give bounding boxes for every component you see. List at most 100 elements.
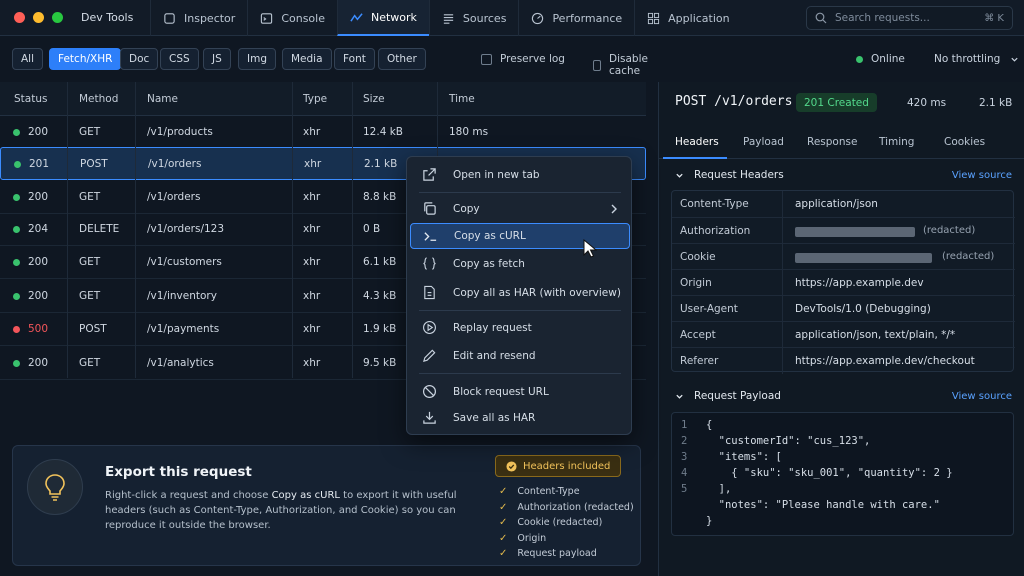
cell-method: POST <box>79 323 107 335</box>
col-name[interactable]: Name <box>147 93 178 105</box>
search-input[interactable]: Search requests... ⌘ K <box>806 6 1013 30</box>
menu-separator <box>419 192 621 193</box>
cell-status: 200 <box>28 126 49 138</box>
menu-item-label: Copy as fetch <box>453 258 525 270</box>
menu-item-save-all-as-har[interactable]: Save all as HAR <box>410 405 630 431</box>
view-source-link[interactable]: View source <box>952 170 1012 181</box>
redacted-bar <box>795 253 932 263</box>
header-value[interactable]: https://app.example.dev <box>795 277 924 289</box>
disable-cache-checkbox[interactable]: Disable cache <box>593 53 658 77</box>
tab-headers[interactable]: Headers <box>675 136 719 148</box>
menu-item-open-in-new-tab[interactable]: Open in new tab <box>410 162 630 188</box>
export-text: Right-click a request and choose <box>105 490 272 501</box>
tab-console[interactable]: Console <box>247 0 337 36</box>
status-dot <box>13 226 20 233</box>
header-key: User-Agent <box>680 303 738 315</box>
menu-item-copy-as-fetch[interactable]: Copy as fetch <box>410 251 630 277</box>
close-window-button[interactable] <box>14 12 25 23</box>
filter-other[interactable]: Other <box>378 48 426 70</box>
status-dot <box>13 326 20 333</box>
pencil-icon <box>423 349 436 362</box>
filter-font[interactable]: Font <box>334 48 375 70</box>
preserve-log-label: Preserve log <box>500 53 565 65</box>
sources-icon <box>443 13 454 24</box>
preserve-log-checkbox[interactable]: Preserve log <box>481 53 565 65</box>
app-title: Dev Tools <box>81 11 134 24</box>
menu-item-edit-and-resend[interactable]: Edit and resend <box>410 343 630 369</box>
throttling-select[interactable]: No throttling <box>934 53 1019 65</box>
checklist-item: ✓ Authorization (redacted) <box>499 500 634 516</box>
lightbulb-icon <box>27 459 83 515</box>
payload-code-block[interactable]: 1 2 3 4 5 { "customerId": "cus_123", "it… <box>671 412 1014 536</box>
export-description: Right-click a request and choose Copy as… <box>105 488 469 533</box>
menu-item-replay-request[interactable]: Replay request <box>410 315 630 341</box>
filter-fetch-xhr[interactable]: Fetch/XHR <box>49 48 122 70</box>
col-type[interactable]: Type <box>303 93 327 105</box>
tab-performance[interactable]: Performance <box>518 0 634 36</box>
filter-img[interactable]: Img <box>238 48 276 70</box>
checklist-item: ✓ Content-Type <box>499 484 634 500</box>
application-icon <box>648 12 660 24</box>
filter-js[interactable]: JS <box>203 48 231 70</box>
request-headers-toggle[interactable]: Request Headers <box>675 169 784 181</box>
menu-item-label: Save all as HAR <box>453 412 536 424</box>
col-status[interactable]: Status <box>14 93 47 105</box>
tab-sources[interactable]: Sources <box>428 0 519 36</box>
cell-status: 200 <box>28 256 49 268</box>
menu-item-copy[interactable]: Copy <box>410 196 630 222</box>
tab-cookies[interactable]: Cookies <box>944 136 985 148</box>
minimize-window-button[interactable] <box>33 12 44 23</box>
table-header: Status Method Name Type Size Time <box>0 82 646 116</box>
filter-doc[interactable]: Doc <box>120 48 159 70</box>
tab-payload[interactable]: Payload <box>743 136 784 148</box>
status-dot <box>13 194 20 201</box>
terminal-icon <box>424 232 437 241</box>
cell-status: 200 <box>28 290 49 302</box>
header-value[interactable]: application/json, text/plain, */* <box>795 329 955 341</box>
tab-network[interactable]: Network <box>336 0 429 36</box>
cell-name: /v1/inventory <box>147 290 217 302</box>
header-row: Cookie (redacted) <box>672 243 1015 270</box>
header-value[interactable]: https://app.example.dev/checkout <box>795 355 975 367</box>
menu-separator <box>419 373 621 374</box>
tab-timing[interactable]: Timing <box>879 136 914 148</box>
menu-item-block-request-url[interactable]: Block request URL <box>410 379 630 405</box>
menu-item-copy-all-as-har[interactable]: Copy all as HAR (with overview) <box>410 280 630 306</box>
view-source-link[interactable]: View source <box>952 391 1012 402</box>
search-placeholder: Search requests... <box>835 12 930 24</box>
menu-item-copy-as-curl[interactable]: Copy as cURL <box>410 223 630 249</box>
tab-inspector[interactable]: Inspector <box>150 0 247 36</box>
headers-included-badge: Headers included <box>495 455 622 477</box>
download-icon <box>423 411 436 424</box>
header-value: (redacted) <box>923 225 976 236</box>
header-value[interactable]: DevTools/1.0 (Debugging) <box>795 303 931 315</box>
header-value[interactable]: application/json <box>795 198 878 210</box>
cell-method: GET <box>79 357 101 369</box>
filter-bar: All Fetch/XHR Doc CSS JS Img Media Font … <box>0 36 658 82</box>
checklist-label: Cookie (redacted) <box>517 517 603 529</box>
col-method[interactable]: Method <box>79 93 118 105</box>
cell-method: GET <box>79 191 101 203</box>
table-row[interactable]: 200 GET/v1/products xhr 12.4 kB 180 ms <box>0 116 646 149</box>
code-line: "notes": "Please handle with care." <box>706 499 940 511</box>
section-title: Request Payload <box>694 390 781 402</box>
maximize-window-button[interactable] <box>52 12 63 23</box>
header-row: Content-Type application/json <box>672 191 1015 217</box>
checklist-label: Content-Type <box>517 486 580 498</box>
cell-name: /v1/products <box>147 126 213 138</box>
col-size[interactable]: Size <box>363 93 385 105</box>
filter-all[interactable]: All <box>12 48 44 70</box>
tab-application[interactable]: Application <box>634 0 741 36</box>
request-detail-panel: POST /v1/orders 201 Created 420 ms 2.1 k… <box>658 82 1024 576</box>
col-time[interactable]: Time <box>449 93 475 105</box>
checklist-item: ✓ Origin <box>499 531 634 547</box>
cell-name: /v1/analytics <box>147 357 214 369</box>
filter-css[interactable]: CSS <box>160 48 199 70</box>
tab-response[interactable]: Response <box>807 136 857 148</box>
filter-media[interactable]: Media <box>282 48 332 70</box>
checklist-item: ✓ Request payload <box>499 546 634 562</box>
request-payload-toggle[interactable]: Request Payload <box>675 390 781 402</box>
cell-size: 1.9 kB <box>363 323 397 335</box>
document-icon <box>424 285 435 300</box>
export-text-emphasis: Copy as cURL <box>271 490 340 501</box>
